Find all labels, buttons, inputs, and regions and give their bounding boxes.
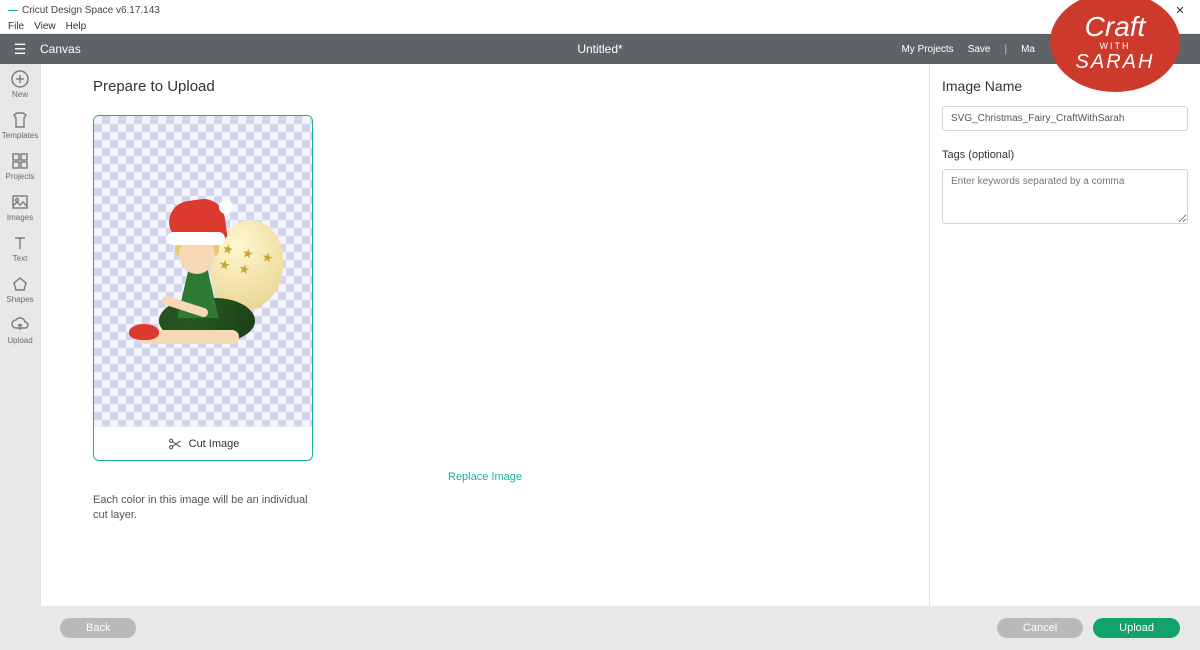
rail-images-label: Images: [7, 213, 33, 222]
title-bar: — Cricut Design Space v6.17.143: [0, 0, 1200, 20]
rail-shapes-label: Shapes: [6, 295, 33, 304]
plus-circle-icon: [11, 70, 29, 88]
image-preview-card[interactable]: Cut Image: [93, 115, 313, 461]
hamburger-icon[interactable]: ☰: [0, 41, 40, 58]
replace-image-link[interactable]: Replace Image: [93, 471, 877, 483]
shapes-icon: [11, 275, 29, 293]
tags-label: Tags (optional): [942, 149, 1188, 161]
image-preview: [94, 116, 312, 426]
prepare-heading: Prepare to Upload: [93, 78, 877, 95]
main-area: Prepare to Upload: [40, 64, 1200, 606]
fairy-illustration: [123, 186, 283, 356]
menu-bar: File View Help: [0, 20, 1200, 34]
machine-label[interactable]: Ma: [1021, 44, 1035, 55]
rail-projects-label: Projects: [6, 172, 35, 181]
tshirt-icon: [11, 111, 29, 129]
app-version: v6.17.143: [116, 5, 160, 16]
rail-upload-label: Upload: [7, 336, 32, 345]
image-icon: [11, 193, 29, 211]
menu-view[interactable]: View: [34, 21, 56, 32]
rail-text-label: Text: [13, 254, 28, 263]
center-panel: Prepare to Upload: [40, 64, 930, 606]
rail-new-label: New: [12, 90, 28, 99]
grid-icon: [11, 152, 29, 170]
rail-text[interactable]: Text: [11, 234, 29, 263]
rail-images[interactable]: Images: [7, 193, 33, 222]
my-projects-link[interactable]: My Projects: [901, 44, 953, 55]
image-name-input[interactable]: [942, 106, 1188, 131]
cancel-button[interactable]: Cancel: [997, 618, 1083, 638]
menu-file[interactable]: File: [8, 21, 24, 32]
badge-line1: Craft: [1085, 13, 1146, 41]
scissors-icon: [167, 437, 183, 451]
rail-templates[interactable]: Templates: [2, 111, 38, 140]
app-icon: —: [8, 5, 18, 16]
badge-line3: SARAH: [1076, 52, 1155, 72]
app-title: Cricut Design Space: [22, 5, 113, 16]
rail-new[interactable]: New: [11, 70, 29, 99]
rail-projects[interactable]: Projects: [6, 152, 35, 181]
canvas-label: Canvas: [40, 42, 81, 56]
text-icon: [11, 234, 29, 252]
back-button[interactable]: Back: [60, 618, 136, 638]
footer-bar: Back Cancel Upload: [40, 606, 1200, 650]
layer-note: Each color in this image will be an indi…: [93, 493, 313, 523]
cut-image-label: Cut Image: [189, 438, 240, 450]
document-title: Untitled*: [577, 42, 622, 56]
upload-button[interactable]: Upload: [1093, 618, 1180, 638]
app-header: ☰ Canvas Untitled* My Projects Save | Ma: [0, 34, 1200, 64]
right-panel: Image Name Tags (optional): [930, 64, 1200, 606]
cut-image-row: Cut Image: [94, 426, 312, 460]
rail-shapes[interactable]: Shapes: [6, 275, 33, 304]
badge-line2: WITH: [1100, 42, 1131, 51]
tags-input[interactable]: [942, 169, 1188, 224]
left-rail: New Templates Projects Images Text Shape…: [0, 64, 40, 650]
menu-help[interactable]: Help: [66, 21, 87, 32]
rail-templates-label: Templates: [2, 131, 38, 140]
separator: |: [1004, 44, 1007, 55]
cloud-upload-icon: [11, 316, 29, 334]
save-link[interactable]: Save: [968, 44, 991, 55]
rail-upload[interactable]: Upload: [7, 316, 32, 345]
